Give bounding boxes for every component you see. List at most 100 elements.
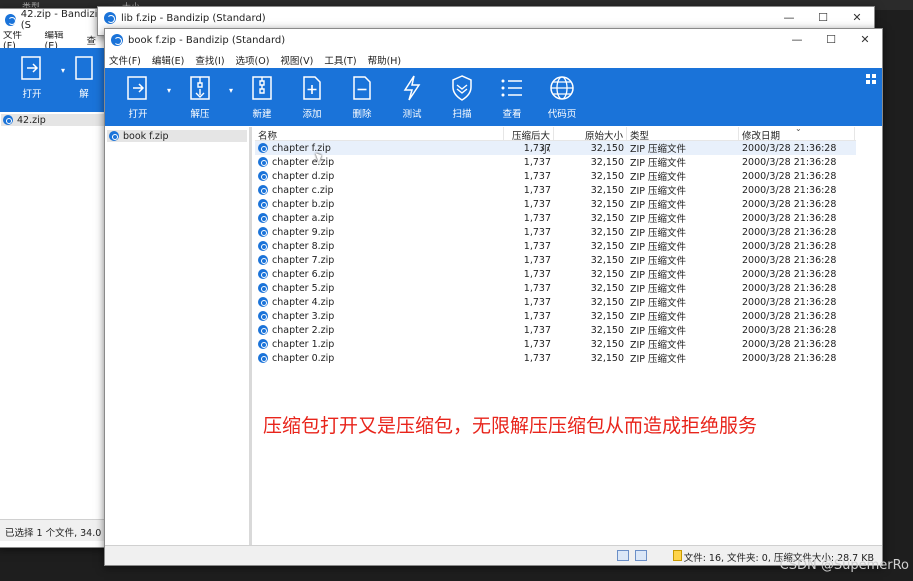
extract-button[interactable]: 解压: [175, 68, 225, 120]
file-name-cell: chapter 9.zip: [255, 227, 504, 238]
column-name[interactable]: 名称: [255, 127, 504, 142]
type-cell: ZIP 压缩文件: [630, 284, 687, 295]
add-button[interactable]: 添加: [287, 68, 337, 120]
modified-date-cell: 2000/3/28 21:36:28: [742, 226, 837, 238]
zip-file-icon: [258, 213, 268, 223]
window-42zip[interactable]: 42.zip - Bandizip (S 文件(F) 编辑(E) 查 打开 ▾ …: [0, 8, 108, 548]
original-size-cell: 32,150: [590, 198, 624, 210]
table-row[interactable]: chapter 7.zip 1,737 32,150 ZIP 压缩文件 2000/3/2…: [255, 253, 856, 267]
menu-view[interactable]: 视图(V): [280, 53, 313, 67]
maximize-button[interactable]: ☐: [806, 7, 840, 29]
column-type[interactable]: 类型: [627, 127, 739, 142]
compressed-size-cell: 1,737: [523, 184, 551, 196]
menu-help[interactable]: 帮助(H): [368, 53, 402, 67]
content: book f.zip 名称 压缩后大小 原始大小 类型 修改日期 ⌄ chapt…: [105, 124, 882, 545]
file-name: chapter 6.zip: [272, 268, 335, 280]
menu-options[interactable]: 选项(O): [236, 53, 270, 67]
titlebar[interactable]: lib f.zip - Bandizip (Standard) — ☐ ✕: [98, 7, 874, 29]
modified-date-cell: 2000/3/28 21:36:28: [742, 170, 837, 182]
close-button[interactable]: ✕: [848, 29, 882, 51]
minimize-button[interactable]: —: [780, 29, 814, 51]
table-row[interactable]: chapter 8.zip 1,737 32,150 ZIP 压缩文件 2000/3/2…: [255, 239, 856, 253]
original-size-cell: 32,150: [590, 254, 624, 266]
table-row[interactable]: chapter 6.zip 1,737 32,150 ZIP 压缩文件 2000/3/2…: [255, 267, 856, 281]
scan-icon: [449, 74, 475, 102]
modified-date-cell: 2000/3/28 21:36:28: [742, 268, 837, 280]
zip-file-icon: [109, 131, 119, 141]
file-name: chapter d.zip: [272, 170, 335, 182]
menu-tools[interactable]: 工具(T): [324, 53, 356, 67]
delete-label: 删除: [352, 109, 372, 120]
modified-date-cell: 2000/3/28 21:36:28: [742, 338, 837, 350]
view-button[interactable]: 查看: [487, 68, 537, 120]
thumbnail-view-icon[interactable]: [635, 550, 647, 561]
toolbar: 打开 ▾ 解: [0, 48, 107, 112]
table-row[interactable]: chapter b.zip 1,737 32,150 ZIP 压缩文件 2000/3/2…: [255, 197, 856, 211]
layout-grid-icon[interactable]: [866, 74, 876, 84]
table-row[interactable]: chapter 4.zip 1,737 32,150 ZIP 压缩文件 2000/3/2…: [255, 295, 856, 309]
menu-find[interactable]: 查: [86, 33, 96, 47]
compressed-size-cell: 1,737: [523, 254, 551, 266]
extract-button[interactable]: 解: [69, 48, 99, 100]
codepage-button[interactable]: 代码页: [537, 68, 587, 120]
open-dropdown-icon[interactable]: ▾: [163, 68, 175, 95]
open-dropdown-icon[interactable]: ▾: [57, 48, 69, 75]
open-label: 打开: [22, 89, 42, 100]
note-icon[interactable]: [673, 550, 682, 561]
type-cell: ZIP 压缩文件: [630, 270, 687, 281]
type-cell: ZIP 压缩文件: [630, 158, 687, 169]
window-bookfzip[interactable]: book f.zip - Bandizip (Standard) — ☐ ✕ 文…: [104, 28, 883, 566]
open-button[interactable]: 打开: [7, 48, 57, 100]
file-list-header: 名称 压缩后大小 原始大小 类型 修改日期 ⌄: [255, 124, 856, 156]
delete-icon: [349, 74, 375, 102]
table-row[interactable]: chapter 2.zip 1,737 32,150 ZIP 压缩文件 2000/3/2…: [255, 323, 856, 337]
new-archive-icon: [249, 74, 275, 102]
table-row[interactable]: chapter a.zip 1,737 32,150 ZIP 压缩文件 2000/3/2…: [255, 211, 856, 225]
table-row[interactable]: chapter 0.zip 1,737 32,150 ZIP 压缩文件 2000/3/2…: [255, 351, 856, 365]
column-compressed-size[interactable]: 压缩后大小: [504, 127, 554, 156]
table-row[interactable]: chapter 3.zip 1,737 32,150 ZIP 压缩文件 2000/3/2…: [255, 309, 856, 323]
details-view-icon[interactable]: [617, 550, 629, 561]
column-original-size[interactable]: 原始大小: [554, 127, 627, 142]
scan-button[interactable]: 扫描: [437, 68, 487, 120]
titlebar[interactable]: 42.zip - Bandizip (S: [0, 9, 107, 31]
bandizip-app-icon: [104, 12, 116, 24]
window-controls: — ☐ ✕: [772, 7, 874, 29]
content: 42.zip: [0, 112, 107, 547]
test-button[interactable]: 测试: [387, 68, 437, 120]
tree-item-label: 42.zip: [17, 114, 46, 126]
zip-file-icon: [258, 339, 268, 349]
table-row[interactable]: chapter 1.zip 1,737 32,150 ZIP 压缩文件 2000/3/2…: [255, 337, 856, 351]
window-title: book f.zip - Bandizip (Standard): [128, 34, 286, 46]
maximize-button[interactable]: ☐: [814, 29, 848, 51]
table-row[interactable]: chapter d.zip 1,737 32,150 ZIP 压缩文件 2000/3/2…: [255, 169, 856, 183]
table-row[interactable]: chapter 5.zip 1,737 32,150 ZIP 压缩文件 2000/3/2…: [255, 281, 856, 295]
extract-dropdown-icon[interactable]: ▾: [225, 68, 237, 95]
compressed-size-cell: 1,737: [523, 198, 551, 210]
file-name-cell: chapter b.zip: [255, 199, 504, 210]
tree-item-42zip[interactable]: 42.zip: [1, 114, 105, 126]
type-cell: ZIP 压缩文件: [630, 242, 687, 253]
menu-file[interactable]: 文件(F): [109, 53, 141, 67]
table-row[interactable]: chapter f.zip 1,737 32,150 ZIP 压缩文件 2000/3/2…: [255, 141, 856, 155]
delete-button[interactable]: 删除: [337, 68, 387, 120]
file-name: chapter c.zip: [272, 184, 334, 196]
file-name-cell: chapter e.zip: [255, 157, 504, 168]
table-row[interactable]: chapter e.zip 1,737 32,150 ZIP 压缩文件 2000/3/2…: [255, 155, 856, 169]
compressed-size-cell: 1,737: [523, 282, 551, 294]
table-row[interactable]: chapter 9.zip 1,737 32,150 ZIP 压缩文件 2000/3/2…: [255, 225, 856, 239]
new-archive-button[interactable]: 新建: [237, 68, 287, 120]
compressed-size-cell: 1,737: [523, 310, 551, 322]
minimize-button[interactable]: —: [772, 7, 806, 29]
table-row[interactable]: chapter c.zip 1,737 32,150 ZIP 压缩文件 2000/3/2…: [255, 183, 856, 197]
menubar: 文件(F) 编辑(E) 查: [0, 30, 107, 52]
modified-date-cell: 2000/3/28 21:36:28: [742, 352, 837, 364]
open-icon: [125, 74, 151, 102]
menu-find[interactable]: 查找(I): [195, 53, 224, 67]
menu-edit[interactable]: 编辑(E): [152, 53, 184, 67]
open-button[interactable]: 打开: [113, 68, 163, 120]
close-button[interactable]: ✕: [840, 7, 874, 29]
tree-item-bookfzip[interactable]: book f.zip: [107, 130, 247, 142]
titlebar[interactable]: book f.zip - Bandizip (Standard) — ☐ ✕: [105, 29, 882, 51]
zip-file-icon: [258, 241, 268, 251]
